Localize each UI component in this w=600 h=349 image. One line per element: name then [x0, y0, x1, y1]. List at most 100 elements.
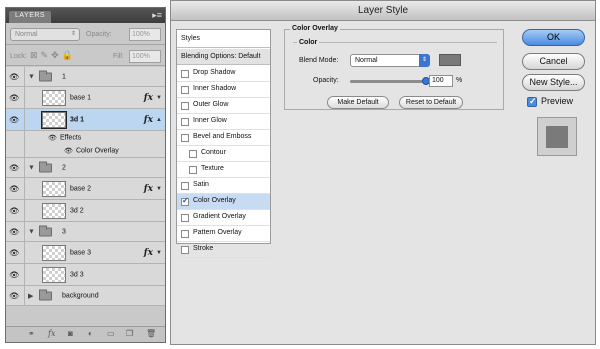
panel-menu-icon[interactable]: ▸≡ — [152, 10, 162, 21]
eye-icon[interactable]: 👁 — [9, 227, 19, 236]
new-layer-icon[interactable]: ❐ — [126, 329, 133, 338]
lock-icons[interactable]: ⊠✎✥🔒 — [30, 50, 76, 61]
new-group-icon[interactable]: ▭ — [107, 329, 115, 338]
eye-icon[interactable]: 👁 — [9, 93, 19, 102]
eye-icon[interactable]: 👁 — [9, 115, 19, 124]
style-checkbox[interactable] — [181, 86, 189, 94]
expand-effects-icon[interactable]: ▼ — [156, 250, 162, 256]
reset-default-button[interactable]: Reset to Default — [399, 96, 463, 109]
lock-paint-icon[interactable]: ✎ — [41, 50, 52, 60]
style-checkbox[interactable] — [181, 196, 189, 206]
style-item-drop-shadow[interactable]: Drop Shadow — [177, 66, 270, 82]
lock-transparency-icon[interactable]: ⊠ — [30, 50, 41, 60]
eye-icon[interactable]: 👁 — [64, 147, 73, 155]
fx-icon[interactable]: fx — [48, 329, 55, 338]
style-checkbox[interactable] — [181, 102, 189, 110]
layer-opacity-label: Opacity: — [86, 31, 112, 38]
style-checkbox[interactable] — [189, 166, 197, 174]
lock-all-icon[interactable]: 🔒 — [62, 50, 76, 60]
fill-input[interactable]: 100% — [129, 50, 161, 63]
style-item-contour[interactable]: Contour — [177, 146, 270, 162]
style-item-inner-glow[interactable]: Inner Glow — [177, 114, 270, 130]
new-style-button[interactable]: New Style... — [522, 74, 585, 91]
layer-row[interactable]: 👁 base 1 fx ▼ — [6, 87, 165, 109]
eye-icon[interactable]: 👁 — [48, 134, 57, 142]
style-checkbox[interactable] — [181, 214, 189, 222]
expand-effects-icon[interactable]: ▼ — [156, 95, 162, 101]
eye-icon[interactable]: 👁 — [9, 163, 19, 172]
section-title: Color Overlay — [290, 25, 340, 32]
blend-mode-select[interactable]: Normal ⇕ — [350, 54, 430, 67]
preview-checkbox[interactable] — [527, 96, 537, 107]
styles-header[interactable]: Styles — [177, 30, 270, 48]
expand-effects-icon[interactable]: ▼ — [156, 186, 162, 192]
layers-tab[interactable]: LAYERS — [9, 11, 52, 23]
layer-group-row[interactable]: 👁 ▼ 3 — [6, 222, 165, 242]
overlay-color-swatch[interactable] — [439, 54, 461, 66]
layer-row[interactable]: 👁 base 3 fx ▼ — [6, 242, 165, 264]
style-item-pattern-overlay[interactable]: Pattern Overlay — [177, 226, 270, 242]
style-checkbox[interactable] — [181, 70, 189, 78]
layer-row-selected[interactable]: 👁 3d 1 fx ▲ — [6, 109, 165, 131]
cancel-button[interactable]: Cancel — [522, 53, 585, 70]
style-checkbox[interactable] — [181, 230, 189, 238]
style-label: Contour — [201, 149, 226, 156]
disclosure-open-icon[interactable]: ▼ — [28, 164, 35, 171]
style-checkbox[interactable] — [181, 182, 189, 190]
style-checkbox[interactable] — [181, 118, 189, 126]
layer-group-row[interactable]: 👁 ▶ background — [6, 286, 165, 306]
preview-swatch — [546, 126, 568, 148]
style-item-outer-glow[interactable]: Outer Glow — [177, 98, 270, 114]
disclosure-closed-icon[interactable]: ▶ — [28, 292, 33, 300]
style-item-satin[interactable]: Satin — [177, 178, 270, 194]
style-item-bevel-and-emboss[interactable]: Bevel and Emboss — [177, 130, 270, 146]
fx-icon[interactable]: fx — [144, 248, 153, 258]
link-icon[interactable]: ⚭ — [28, 329, 35, 338]
eye-icon[interactable]: 👁 — [9, 206, 19, 215]
layer-blend-mode-select[interactable]: Normal ⇕ — [10, 28, 80, 41]
disclosure-open-icon[interactable]: ▼ — [28, 73, 35, 80]
effects-row[interactable]: 👁 Effects — [6, 131, 165, 144]
eye-icon[interactable]: 👁 — [9, 184, 19, 193]
eye-icon[interactable]: 👁 — [9, 248, 19, 257]
style-item-stroke[interactable]: Stroke — [177, 242, 270, 258]
layer-thumbnail — [41, 111, 67, 129]
trash-icon[interactable]: 🗑 — [146, 329, 156, 338]
style-checkbox[interactable] — [181, 246, 189, 254]
ok-button[interactable]: OK — [522, 29, 585, 46]
style-label: Color Overlay — [193, 197, 236, 204]
layer-row[interactable]: 👁 3d 3 — [6, 264, 165, 286]
fx-icon[interactable]: fx — [144, 184, 153, 194]
disclosure-open-icon[interactable]: ▼ — [28, 228, 35, 235]
styles-list: Styles Blending Options: Default Drop Sh… — [176, 29, 271, 258]
layer-group-name: 3 — [62, 228, 66, 235]
style-item-color-overlay[interactable]: Color Overlay — [177, 194, 270, 210]
layer-row[interactable]: 👁 base 2 fx ▼ — [6, 178, 165, 200]
style-item-inner-shadow[interactable]: Inner Shadow — [177, 82, 270, 98]
opacity-input[interactable]: 100 — [429, 75, 453, 87]
style-checkbox[interactable] — [189, 150, 197, 158]
style-item-gradient-overlay[interactable]: Gradient Overlay — [177, 210, 270, 226]
lock-position-icon[interactable]: ✥ — [51, 50, 62, 60]
eye-icon[interactable]: 👁 — [9, 270, 19, 279]
effects-label: Effects — [60, 134, 82, 141]
style-item-texture[interactable]: Texture — [177, 162, 270, 178]
fx-icon[interactable]: fx — [144, 115, 153, 125]
layer-opacity-input[interactable]: 100% — [129, 28, 161, 41]
mask-icon[interactable]: ◙ — [68, 329, 73, 338]
adjustment-icon[interactable]: ◐ — [88, 329, 93, 338]
effect-row[interactable]: 👁 Color Overlay — [6, 144, 165, 158]
layer-group-row[interactable]: 👁 ▼ 2 — [6, 158, 165, 178]
style-checkbox[interactable] — [181, 134, 189, 142]
visibility-column — [6, 144, 25, 157]
blending-options-item[interactable]: Blending Options: Default — [177, 49, 270, 65]
collapse-effects-icon[interactable]: ▲ — [156, 117, 162, 123]
layer-group-row[interactable]: 👁 ▼ 1 — [6, 67, 165, 87]
eye-icon[interactable]: 👁 — [9, 291, 19, 300]
layer-row[interactable]: 👁 3d 2 — [6, 200, 165, 222]
fx-icon[interactable]: fx — [144, 93, 153, 103]
eye-icon[interactable]: 👁 — [9, 72, 19, 81]
make-default-button[interactable]: Make Default — [327, 96, 389, 109]
folder-icon — [39, 161, 52, 172]
opacity-slider-track[interactable] — [350, 80, 424, 83]
